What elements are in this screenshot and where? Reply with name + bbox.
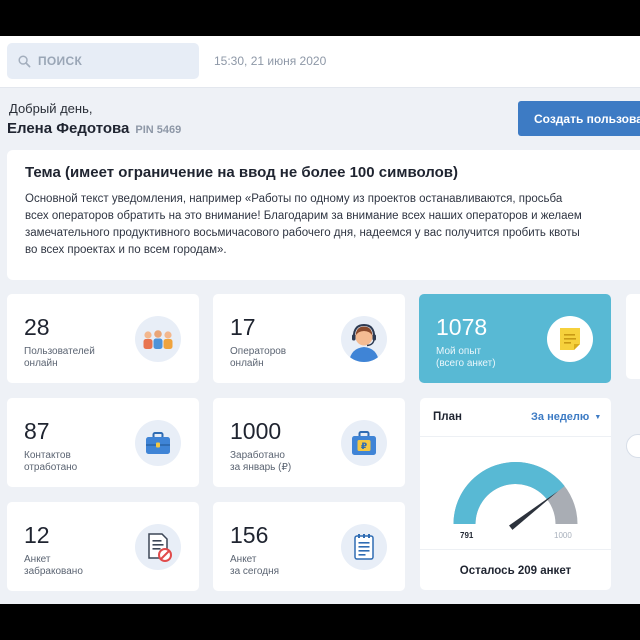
stat-value: 1000 bbox=[230, 418, 282, 444]
operator-headset-icon bbox=[341, 316, 387, 362]
stat-label: Анкет за сегодня bbox=[230, 554, 280, 577]
notification-text-line: во всех проектах и по всем городам». bbox=[25, 244, 227, 256]
notification-title: Тема (имеет ограничение на ввод не более… bbox=[25, 164, 458, 181]
stat-value: 12 bbox=[24, 522, 50, 548]
user-name-text: Елена Федотова bbox=[7, 120, 130, 137]
user-name: Елена Федотова PIN 5469 bbox=[7, 120, 181, 137]
stat-value: 28 bbox=[24, 314, 50, 340]
search-icon bbox=[18, 54, 31, 67]
user-pin: PIN 5469 bbox=[135, 124, 182, 136]
dashboard-frame: ПОИСК 15:30, 21 июня 2020 Добрый день, Е… bbox=[0, 36, 640, 604]
svg-text:₽: ₽ bbox=[361, 442, 367, 452]
greeting: Добрый день, bbox=[9, 101, 93, 116]
stat-card-operators-online[interactable]: 17 Операторов онлайн bbox=[213, 294, 405, 383]
notification-card: Тема (имеет ограничение на ввод не более… bbox=[7, 150, 640, 280]
search-input[interactable]: ПОИСК bbox=[7, 43, 199, 79]
stat-card-users-online[interactable]: 28 Пользователей онлайн bbox=[7, 294, 199, 383]
plan-remaining: Осталось 209 анкет bbox=[459, 565, 572, 577]
stat-card-rejected-forms[interactable]: 12 Анкет забраковано bbox=[7, 502, 199, 591]
stat-label: Мой опыт (всего анкет) bbox=[436, 346, 496, 369]
stat-card-partial[interactable] bbox=[626, 294, 640, 379]
ruble-briefcase-icon: ₽ bbox=[341, 420, 387, 466]
scroll-arrow-button[interactable] bbox=[626, 434, 640, 458]
create-user-button[interactable]: Создать пользова bbox=[518, 101, 640, 136]
stat-label: Анкет забраковано bbox=[24, 554, 83, 577]
top-bar: ПОИСК 15:30, 21 июня 2020 bbox=[0, 36, 640, 88]
sticky-note-icon bbox=[547, 316, 593, 362]
stat-value: 156 bbox=[230, 522, 269, 548]
notification-text-line: Основной текст уведомления, например «Ра… bbox=[25, 193, 563, 205]
briefcase-icon bbox=[135, 420, 181, 466]
stat-label: Пользователей онлайн bbox=[24, 346, 95, 369]
current-datetime: 15:30, 21 июня 2020 bbox=[214, 54, 327, 68]
plan-period-dropdown[interactable]: За неделю ▼ bbox=[531, 411, 601, 423]
gauge-max: 1000 bbox=[554, 531, 572, 540]
gauge-value: 791 bbox=[460, 531, 474, 540]
stat-card-my-experience[interactable]: 1078 Мой опыт (всего анкет) bbox=[419, 294, 611, 383]
stat-card-contacts-processed[interactable]: 87 Контактов отработано bbox=[7, 398, 199, 487]
rejected-document-icon bbox=[135, 524, 181, 570]
search-placeholder: ПОИСК bbox=[38, 54, 83, 68]
stat-label: Контактов отработано bbox=[24, 450, 78, 473]
plan-gauge bbox=[453, 462, 578, 530]
stat-value: 17 bbox=[230, 314, 256, 340]
stat-card-earned[interactable]: 1000 Заработано за январь (₽) ₽ bbox=[213, 398, 405, 487]
users-group-icon bbox=[135, 316, 181, 362]
stat-label: Операторов онлайн bbox=[230, 346, 287, 369]
chevron-down-icon: ▼ bbox=[594, 414, 602, 421]
notepad-icon bbox=[341, 524, 387, 570]
stat-card-forms-today[interactable]: 156 Анкет за сегодня bbox=[213, 502, 405, 591]
stat-value: 87 bbox=[24, 418, 50, 444]
plan-widget: План За неделю ▼ 791 1000 Осталось 209 ан… bbox=[420, 398, 611, 590]
notification-text-line: всех операторов обратить на это внимание… bbox=[25, 210, 582, 222]
divider bbox=[420, 549, 611, 550]
gauge-needle bbox=[509, 491, 559, 530]
stat-label: Заработано за январь (₽) bbox=[230, 450, 292, 473]
notification-text-line: замечательного продуктивного восьмичасов… bbox=[25, 227, 580, 239]
plan-title: План bbox=[433, 411, 462, 423]
stat-value: 1078 bbox=[436, 314, 488, 340]
gauge-progress-arc bbox=[453, 462, 565, 524]
